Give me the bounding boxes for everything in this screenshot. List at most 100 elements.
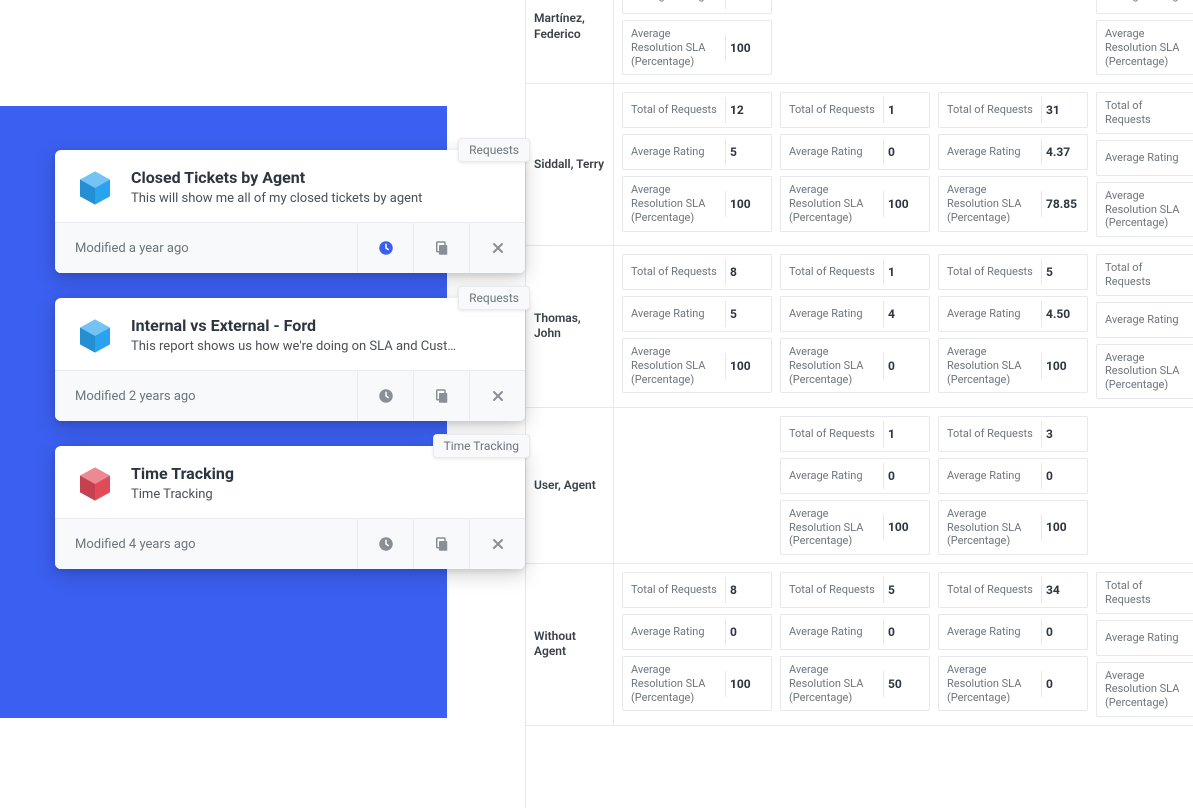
metric-label: Average Rating: [781, 139, 883, 165]
metric-column: Total of Requests31Average Rating4.37Ave…: [938, 92, 1088, 237]
report-card[interactable]: Time TrackingTime TrackingTime TrackingM…: [55, 446, 525, 569]
metric-cell: Average Resolution SLA (Percentage)0: [938, 656, 1088, 711]
metric-label: Average Rating: [623, 619, 725, 645]
metric-value: 0: [1041, 619, 1087, 645]
metric-cell: Total of Requests: [1096, 254, 1193, 296]
metric-label: Average Resolution SLA (Percentage): [1097, 345, 1193, 398]
agent-name: Martínez, Federico: [526, 0, 614, 83]
metric-cell: Average Rating0: [780, 458, 930, 494]
metric-value: 0: [1041, 671, 1087, 697]
copy-button[interactable]: [413, 223, 469, 273]
metric-label: Average Resolution SLA (Percentage): [939, 657, 1041, 710]
delete-button[interactable]: [469, 371, 525, 421]
metric-value: 0: [883, 139, 929, 165]
metric-value: 31: [1041, 97, 1087, 123]
report-modified: Modified a year ago: [55, 227, 209, 270]
schedule-button[interactable]: [357, 519, 413, 569]
copy-button[interactable]: [413, 519, 469, 569]
metric-label: Average Resolution SLA (Percentage): [623, 21, 725, 74]
metric-cell: Total of Requests8: [622, 572, 772, 608]
agent-name: Without Agent: [526, 564, 614, 725]
metric-value: 100: [725, 353, 771, 379]
metric-column: Total of Requests1Average Rating0Average…: [780, 416, 930, 555]
metric-cell: Average Rating4.50: [938, 296, 1088, 332]
metric-label: Average Rating: [1097, 307, 1193, 333]
metric-cell: Average Rating5: [622, 296, 772, 332]
metric-cell: Total of Requests12: [622, 92, 772, 128]
metric-label: Total of Requests: [1097, 93, 1193, 133]
report-description: This will show me all of my closed ticke…: [131, 191, 422, 206]
metric-label: Average Rating: [623, 0, 725, 9]
report-card[interactable]: RequestsClosed Tickets by AgentThis will…: [55, 150, 525, 273]
metric-value: 5: [725, 139, 771, 165]
metric-column: Average Rating Average Resolution SLA (Pe…: [1096, 0, 1193, 75]
delete-button[interactable]: [469, 223, 525, 273]
metric-label: Average Resolution SLA (Percentage): [1097, 183, 1193, 236]
metric-value: 100: [725, 191, 771, 217]
reports-list: RequestsClosed Tickets by AgentThis will…: [55, 150, 525, 594]
metric-label: Total of Requests: [1097, 255, 1193, 295]
report-title: Internal vs External - Ford: [131, 316, 456, 335]
metric-label: Average Rating: [781, 619, 883, 645]
metric-value: 100: [883, 514, 929, 540]
agent-row: Without AgentTotal of Requests8Average R…: [526, 564, 1193, 726]
metric-column: Total of Requests8Average Rating0Average…: [622, 572, 772, 717]
metric-value: 5: [1041, 259, 1087, 285]
metric-column: Total of Requests Average Rating Average R…: [1096, 254, 1193, 399]
metric-column: Total of Requests5 Average Rating4.50 Aver…: [938, 254, 1088, 399]
metric-label: Average Resolution SLA (Percentage): [781, 501, 883, 554]
metric-value: 0: [883, 463, 929, 489]
metric-label: Average Resolution SLA (Percentage): [939, 177, 1041, 230]
metric-cell: Average Rating0: [780, 134, 930, 170]
schedule-button[interactable]: [357, 371, 413, 421]
metric-cell: Total of Requests31: [938, 92, 1088, 128]
metric-value: 0: [725, 0, 771, 9]
metric-value: 4: [883, 301, 929, 327]
metric-column: Total of Requests34Average Rating0Averag…: [938, 572, 1088, 717]
metric-label: Average Resolution SLA (Percentage): [939, 339, 1041, 392]
metric-label: Total of Requests: [781, 259, 883, 285]
metric-cell: Average Resolution SLA (Percentage)100: [938, 338, 1088, 393]
metric-label: Total of Requests: [939, 259, 1041, 285]
agent-row: Siddall, TerryTotal of Requests12Average…: [526, 84, 1193, 246]
report-title: Closed Tickets by Agent: [131, 168, 422, 187]
agent-row: User, AgentTotal of Requests1Average Rat…: [526, 408, 1193, 564]
metric-cell: Total of Requests5: [780, 572, 930, 608]
metric-cell: Average Resolution SLA (Percentage): [1096, 344, 1193, 399]
metric-label: Total of Requests: [623, 259, 725, 285]
metric-cell: Total of Requests: [1096, 572, 1193, 614]
metric-label: Average Resolution SLA (Percentage): [939, 501, 1041, 554]
metric-column: [1096, 416, 1193, 555]
metric-value: 8: [725, 577, 771, 603]
metric-cell: Average Rating: [1096, 140, 1193, 176]
box-icon: [75, 168, 115, 208]
box-icon: [75, 316, 115, 356]
metric-cell: Total of Requests34: [938, 572, 1088, 608]
copy-button[interactable]: [413, 371, 469, 421]
report-title: Time Tracking: [131, 464, 234, 483]
metric-value: 0: [883, 619, 929, 645]
delete-button[interactable]: [469, 519, 525, 569]
metric-label: Total of Requests: [939, 577, 1041, 603]
metric-cell: Average Resolution SLA (Percentage)100: [780, 176, 930, 231]
metric-value: 1: [883, 97, 929, 123]
metric-cell: Average Rating0: [938, 458, 1088, 494]
metric-label: Total of Requests: [1097, 573, 1193, 613]
metric-label: Average Rating: [1097, 625, 1193, 651]
metric-column: Total of Requests5Average Rating0Average…: [780, 572, 930, 717]
metric-label: Average Resolution SLA (Percentage): [781, 177, 883, 230]
metric-cell: Average Rating: [1096, 302, 1193, 338]
metric-label: Average Rating: [1097, 145, 1193, 171]
schedule-button[interactable]: [357, 223, 413, 273]
metric-column: [780, 0, 930, 75]
metric-value: 100: [725, 35, 771, 61]
metric-label: Average Resolution SLA (Percentage): [1097, 21, 1193, 74]
metric-value: 0: [883, 353, 929, 379]
metric-label: Average Rating: [939, 463, 1041, 489]
agent-row: Martínez, FedericoAverage Rating0Average…: [526, 0, 1193, 84]
metric-cell: Average Resolution SLA (Percentage)78.85: [938, 176, 1088, 231]
metric-label: Total of Requests: [939, 421, 1041, 447]
metric-label: Average Rating: [1097, 0, 1193, 9]
report-card[interactable]: RequestsInternal vs External - FordThis …: [55, 298, 525, 421]
agent-name: Thomas, John: [526, 246, 614, 407]
